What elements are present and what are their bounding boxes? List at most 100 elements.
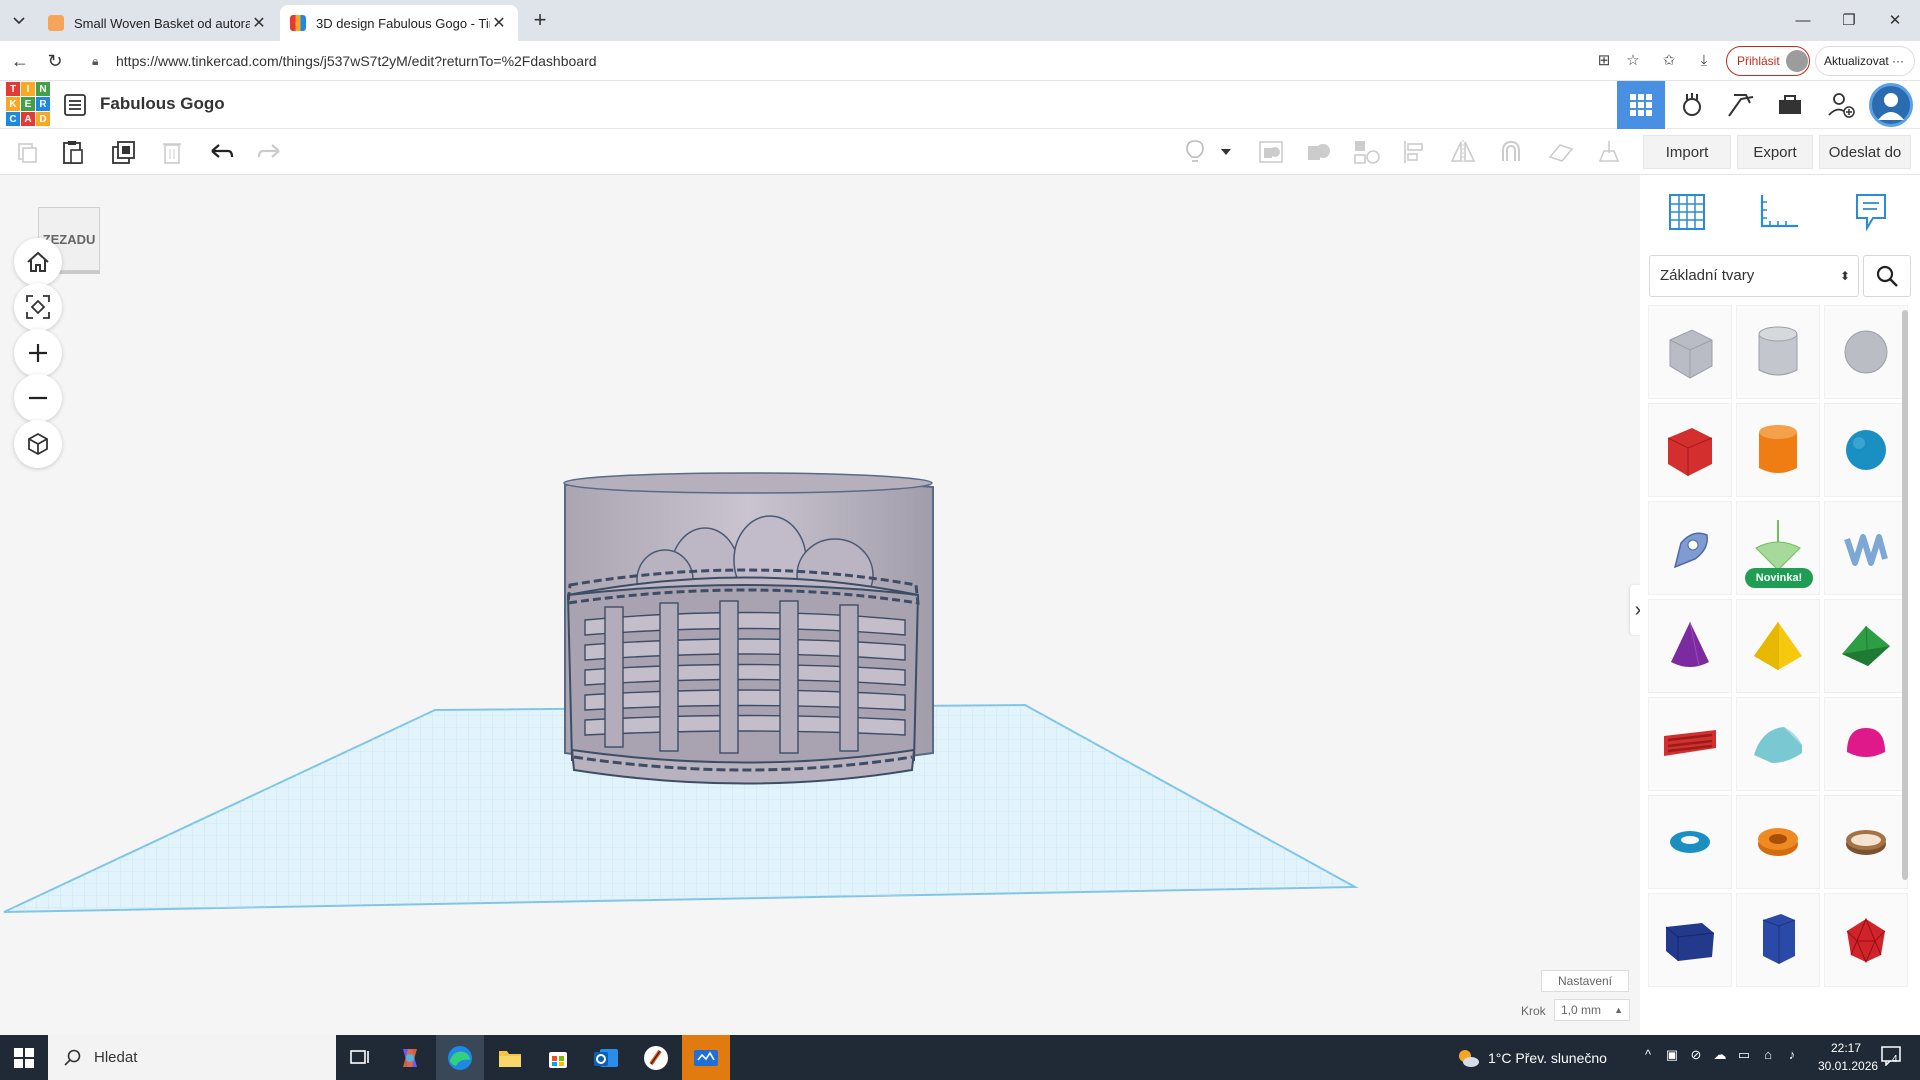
shape-tube[interactable] [1736, 795, 1820, 889]
ruler-drop-icon[interactable] [1594, 137, 1624, 167]
sim-lab-icon[interactable] [1766, 81, 1814, 129]
workplane-grid-icon[interactable] [1664, 189, 1710, 235]
favorites-icon[interactable]: ✩ [1657, 49, 1681, 73]
battery-icon[interactable]: ▭ [1733, 1047, 1755, 1069]
close-window-button[interactable]: ✕ [1872, 0, 1918, 41]
3d-scene[interactable] [0, 175, 1640, 1035]
shape-half-cylinder[interactable] [1736, 697, 1820, 791]
shape-box-hole[interactable] [1648, 305, 1732, 399]
favorite-star-icon[interactable]: ☆ [1621, 49, 1645, 73]
design-menu-icon[interactable] [62, 92, 88, 118]
step-select[interactable]: 1,0 mm ▲ [1554, 999, 1630, 1021]
notifications-icon[interactable]: 4 [1880, 1046, 1904, 1068]
shape-pyramid[interactable] [1736, 599, 1820, 693]
weather-widget[interactable]: 1°C Přev. slunečno [1456, 1035, 1607, 1080]
shape-sphere-hole[interactable] [1824, 305, 1908, 399]
note-lightbulb-icon[interactable] [1180, 137, 1210, 167]
minimize-button[interactable]: — [1780, 0, 1826, 41]
close-tab-icon[interactable]: ✕ [250, 13, 268, 33]
show-hidden-icons-icon[interactable]: ^ [1637, 1047, 1659, 1069]
copilot-icon[interactable] [386, 1035, 434, 1080]
cruise-icon[interactable] [1352, 137, 1382, 167]
shape-wedge-block[interactable] [1648, 893, 1732, 987]
shape-torus[interactable] [1648, 795, 1732, 889]
shape-cylinder[interactable] [1736, 403, 1820, 497]
restore-button[interactable]: ❐ [1826, 0, 1872, 41]
paste-icon[interactable] [58, 137, 88, 167]
fit-view-icon[interactable] [14, 283, 62, 331]
signin-button[interactable]: Přihlásit [1726, 46, 1810, 76]
shape-sphere[interactable] [1824, 403, 1908, 497]
windows-start-icon[interactable] [0, 1035, 48, 1080]
microsoft-store-icon[interactable] [534, 1035, 582, 1080]
redo-icon[interactable] [254, 137, 284, 167]
3d-design-view-icon[interactable] [1617, 81, 1665, 129]
align-icon[interactable] [1400, 137, 1430, 167]
delete-icon[interactable] [157, 137, 187, 167]
shape-icosahedron[interactable] [1824, 893, 1908, 987]
zoom-in-icon[interactable] [14, 329, 62, 377]
app-pen-icon[interactable] [632, 1035, 680, 1080]
undo-icon[interactable] [207, 137, 237, 167]
note-dropdown-icon[interactable] [1216, 137, 1236, 167]
back-icon[interactable]: ← [8, 49, 32, 73]
shape-paraboloid[interactable] [1824, 697, 1908, 791]
export-button[interactable]: Export [1737, 135, 1813, 169]
shape-scribble[interactable] [1648, 501, 1732, 595]
search-shapes-button[interactable] [1863, 255, 1911, 297]
close-tab-icon[interactable]: ✕ [490, 13, 508, 33]
shape-hexagonal-prism[interactable] [1736, 893, 1820, 987]
send-to-button[interactable]: Odeslat do [1819, 135, 1911, 169]
shape-roof[interactable] [1824, 599, 1908, 693]
tray-mute-icon[interactable]: ⊘ [1685, 1047, 1707, 1069]
user-avatar[interactable] [1869, 83, 1913, 127]
ruler-icon[interactable] [1756, 189, 1802, 235]
file-explorer-icon[interactable] [486, 1035, 534, 1080]
tray-app-icon[interactable]: ▣ [1661, 1047, 1683, 1069]
panel-scrollbar[interactable] [1902, 310, 1908, 880]
taskbar-search[interactable]: Hledat [48, 1035, 336, 1080]
app-tray-icon[interactable] [682, 1035, 730, 1080]
tab-tinkercad[interactable]: 3D design Fabulous Gogo - Tinker ✕ [280, 5, 518, 41]
workplane-viewport[interactable]: ZEZADU › Nastavení Krok 1,0 mm ▲ [0, 175, 1646, 1035]
shape-box[interactable] [1648, 403, 1732, 497]
shape-spinning-top[interactable]: Novinka! [1736, 501, 1820, 595]
blocks-view-icon[interactable] [1668, 81, 1716, 129]
magnet-icon[interactable] [1496, 137, 1526, 167]
outlook-icon[interactable] [582, 1035, 630, 1080]
shape-text[interactable] [1648, 697, 1732, 791]
import-button[interactable]: Import [1643, 135, 1731, 169]
shape-cylinder-hole[interactable] [1736, 305, 1820, 399]
tinkercad-logo[interactable]: T I N K E R C A D [6, 82, 50, 126]
ungroup-icon[interactable] [1304, 137, 1334, 167]
workplane-icon[interactable] [1546, 137, 1576, 167]
tab-list-button[interactable] [8, 7, 30, 33]
add-user-icon[interactable] [1817, 81, 1865, 129]
perspective-icon[interactable] [14, 420, 62, 468]
copy-icon[interactable] [12, 137, 42, 167]
volume-icon[interactable]: ♪ [1781, 1047, 1803, 1069]
network-icon[interactable]: ⌂ [1757, 1047, 1779, 1069]
downloads-icon[interactable]: ⤓ [1692, 49, 1716, 73]
shape-cone[interactable] [1648, 599, 1732, 693]
task-view-icon[interactable] [336, 1035, 384, 1080]
shape-ring[interactable] [1824, 795, 1908, 889]
reload-icon[interactable]: ↻ [43, 49, 67, 73]
update-button[interactable]: Aktualizovat ··· [1815, 46, 1915, 76]
shape-text-wave[interactable] [1824, 501, 1908, 595]
zoom-out-icon[interactable] [14, 374, 62, 422]
design-name[interactable]: Fabulous Gogo [100, 94, 225, 114]
bricks-view-icon[interactable] [1717, 81, 1765, 129]
edge-browser-icon[interactable] [436, 1035, 484, 1080]
group-icon[interactable] [1256, 137, 1286, 167]
mirror-icon[interactable] [1448, 137, 1478, 167]
new-tab-button[interactable]: + [528, 9, 552, 33]
duplicate-icon[interactable] [109, 137, 139, 167]
home-view-icon[interactable] [14, 238, 62, 286]
basket-model[interactable] [563, 472, 934, 785]
onedrive-icon[interactable]: ☁ [1709, 1047, 1731, 1069]
taskbar-clock[interactable]: 22:17 30.01.2026 [1818, 1039, 1878, 1075]
tab-woven-basket[interactable]: Small Woven Basket od autora Wi ✕ [38, 5, 278, 41]
settings-button[interactable]: Nastavení [1541, 970, 1629, 992]
shape-category-select[interactable]: Základní tvary ⬍ [1649, 255, 1859, 297]
